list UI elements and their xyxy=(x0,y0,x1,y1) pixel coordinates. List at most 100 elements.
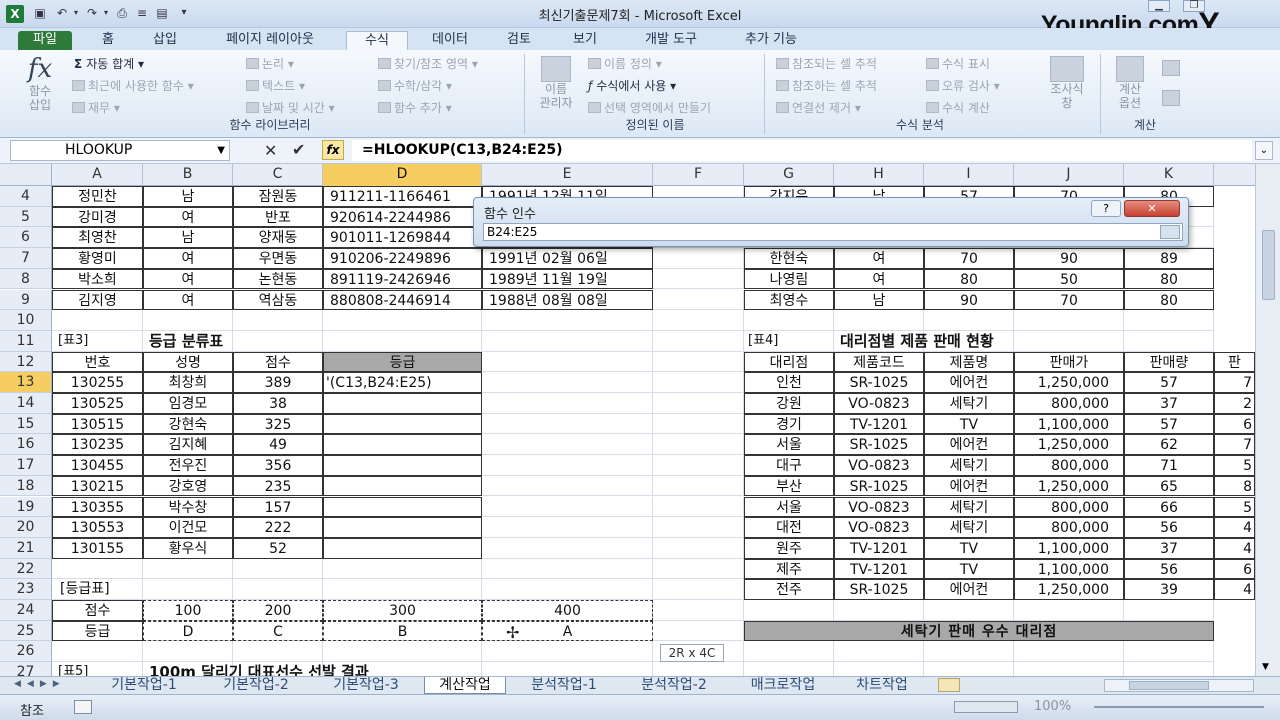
table-tag[interactable]: [표3] xyxy=(52,331,143,352)
data-cell[interactable]: 점수 xyxy=(52,600,143,621)
select-all-corner[interactable] xyxy=(0,164,52,186)
data-cell[interactable]: 1988년 08월 08일 xyxy=(482,289,653,311)
zoom-level[interactable]: 100% xyxy=(1034,699,1071,714)
grid-cell[interactable] xyxy=(323,579,482,600)
tab-formulas[interactable]: 수식 xyxy=(346,31,408,50)
scroll-thumb[interactable] xyxy=(1262,230,1275,300)
calc-sheet-icon[interactable] xyxy=(1162,90,1180,106)
data-cell[interactable]: 130455 xyxy=(52,455,143,476)
grid-cell[interactable] xyxy=(1124,600,1214,621)
data-cell[interactable]: 80 xyxy=(1124,268,1214,290)
data-cell[interactable]: D xyxy=(143,620,233,642)
data-cell[interactable]: 4 xyxy=(1214,537,1255,559)
data-cell[interactable]: 여 xyxy=(143,289,233,311)
grid-cell[interactable] xyxy=(143,558,233,580)
data-cell[interactable]: VO-0823 xyxy=(834,393,924,414)
sheet-tab[interactable]: 기본작업-3 xyxy=(314,677,418,694)
data-cell[interactable]: 130235 xyxy=(52,434,143,456)
more-functions-button[interactable]: 함수 추가 ▾ xyxy=(378,99,452,116)
data-cell[interactable]: 남 xyxy=(834,289,924,311)
data-cell[interactable]: 1,100,000 xyxy=(1014,537,1124,559)
data-cell[interactable]: 800,000 xyxy=(1014,517,1124,538)
cancel-icon[interactable]: ✕ xyxy=(264,141,277,160)
table-tag[interactable]: [등급표] xyxy=(52,579,143,600)
data-cell[interactable]: 325 xyxy=(233,413,323,435)
remove-arrows-button[interactable]: 연결선 제거 ▾ xyxy=(776,99,861,116)
row-header[interactable]: 18 xyxy=(0,475,52,497)
sheet-tab-active[interactable]: 계산작업 xyxy=(424,677,506,694)
autosum-button[interactable]: Σ 자동 합계 ▾ xyxy=(74,55,144,72)
data-cell[interactable]: 서울 xyxy=(744,496,834,518)
row-header[interactable]: 4 xyxy=(0,186,52,207)
grid-cell[interactable] xyxy=(653,620,744,642)
column-header-k[interactable]: K xyxy=(1124,164,1214,186)
data-cell[interactable] xyxy=(323,434,482,456)
data-cell[interactable] xyxy=(323,475,482,497)
data-cell[interactable]: 경기 xyxy=(744,413,834,435)
sheet-tab[interactable]: 기본작업-2 xyxy=(204,677,308,694)
grid-cell[interactable] xyxy=(1124,662,1214,676)
grid-cell[interactable] xyxy=(1014,662,1124,676)
grid-cell[interactable] xyxy=(482,662,653,676)
active-cell[interactable]: '(C13,B24:E25) xyxy=(323,372,482,393)
data-cell[interactable]: 56 xyxy=(1124,517,1214,538)
sheet-navigation-icon[interactable]: ◀◀▶▶ xyxy=(14,679,66,689)
close-button[interactable]: ✕ xyxy=(1124,200,1180,217)
column-header-c[interactable]: C xyxy=(233,164,323,186)
logical-button[interactable]: 논리 ▾ xyxy=(246,55,294,72)
sheet-tab[interactable]: 분석작업-2 xyxy=(622,677,726,694)
data-cell[interactable]: 130525 xyxy=(52,393,143,414)
grid-cell[interactable] xyxy=(323,641,482,663)
data-cell[interactable]: 356 xyxy=(233,455,323,476)
row-header[interactable]: 20 xyxy=(0,517,52,538)
data-cell[interactable]: 38 xyxy=(233,393,323,414)
grid-cell[interactable] xyxy=(482,475,653,497)
text-button[interactable]: 텍스트 ▾ xyxy=(246,77,305,94)
data-cell[interactable]: 52 xyxy=(233,537,323,559)
data-cell[interactable]: 8 xyxy=(1214,475,1255,497)
data-cell[interactable]: 130155 xyxy=(52,537,143,559)
data-cell[interactable]: 130255 xyxy=(52,372,143,393)
grid-cell[interactable] xyxy=(482,393,653,414)
data-cell[interactable]: 대구 xyxy=(744,455,834,476)
data-cell[interactable]: 130215 xyxy=(52,475,143,497)
row-header[interactable]: 6 xyxy=(0,227,52,249)
data-cell[interactable]: 나영림 xyxy=(744,268,834,290)
data-cell[interactable]: 강호영 xyxy=(143,475,233,497)
tab-review[interactable]: 검토 xyxy=(494,31,544,50)
horizontal-scrollbar[interactable] xyxy=(1104,679,1254,692)
data-cell[interactable]: 57 xyxy=(1124,372,1214,393)
data-cell[interactable]: 이건모 xyxy=(143,517,233,538)
row-header[interactable]: 9 xyxy=(0,289,52,311)
tab-page-layout[interactable]: 페이지 레이아웃 xyxy=(206,31,334,50)
name-manager-button[interactable]: 이름 관리자 xyxy=(532,56,580,110)
grid-cell[interactable] xyxy=(143,641,233,663)
data-cell[interactable]: 1,250,000 xyxy=(1014,434,1124,456)
data-cell[interactable]: 에어컨 xyxy=(924,579,1014,600)
name-box[interactable]: HLOOKUP ▼ xyxy=(10,140,230,161)
data-cell[interactable]: 잠원동 xyxy=(233,186,323,207)
data-cell[interactable]: 222 xyxy=(233,517,323,538)
grid-cell[interactable] xyxy=(1124,330,1214,352)
table-title[interactable]: 100m 달리기 대표선수 선발 결과 xyxy=(143,662,482,676)
data-cell[interactable]: 62 xyxy=(1124,434,1214,456)
data-cell[interactable]: 920614-2244986 xyxy=(323,206,482,228)
data-cell[interactable]: 70 xyxy=(1014,289,1124,311)
row-header[interactable]: 14 xyxy=(0,393,52,414)
data-cell[interactable]: 최영수 xyxy=(744,289,834,311)
data-cell[interactable]: C xyxy=(233,620,323,642)
grid-cell[interactable] xyxy=(323,558,482,580)
worksheet-grid[interactable]: 4 5 6 7 8 9 10 11 12 13 14 15 16 17 18 19 20 21 22 23 24 25 26… xyxy=(0,186,1255,676)
view-buttons[interactable] xyxy=(954,701,1018,713)
data-cell[interactable]: 부산 xyxy=(744,475,834,497)
table-title[interactable]: 등급 분류표 xyxy=(143,331,323,352)
data-cell[interactable]: 에어컨 xyxy=(924,475,1014,497)
data-cell[interactable]: 1,250,000 xyxy=(1014,475,1124,497)
data-cell[interactable]: 1,250,000 xyxy=(1014,372,1124,393)
row-header[interactable]: 16 xyxy=(0,434,52,456)
data-cell[interactable]: 90 xyxy=(1014,248,1124,269)
data-cell[interactable]: TV xyxy=(924,558,1014,580)
data-cell[interactable]: 5 xyxy=(1214,455,1255,476)
grid-cell[interactable] xyxy=(482,579,653,600)
data-cell[interactable]: 90 xyxy=(924,289,1014,311)
